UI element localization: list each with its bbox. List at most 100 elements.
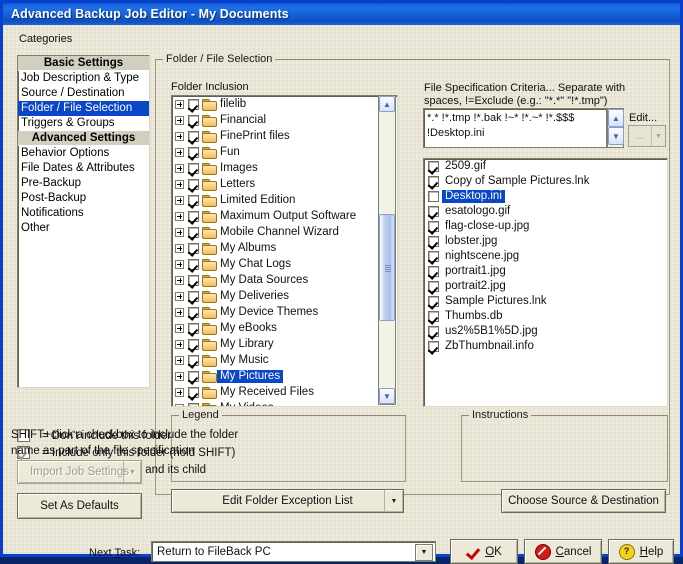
next-task-chevron-down-icon[interactable]: ▼ [415, 544, 433, 561]
tree-item[interactable]: Mobile Channel Wizard [172, 224, 397, 240]
tree-item[interactable]: My Music [172, 352, 397, 368]
expand-plus-icon[interactable] [175, 291, 184, 301]
file-list-item[interactable]: esatologo.gif [424, 204, 667, 219]
tree-item[interactable]: My eBooks [172, 320, 397, 336]
file-list-item[interactable]: ZbThumbnail.info [424, 339, 667, 354]
tree-item[interactable]: Images [172, 160, 397, 176]
filespec-scroll-up-icon[interactable]: ▲ [608, 109, 624, 127]
folder-checkbox[interactable] [188, 178, 199, 190]
scrollbar-thumb[interactable] [379, 214, 395, 321]
tree-item[interactable]: My Data Sources [172, 272, 397, 288]
expand-plus-icon[interactable] [175, 339, 184, 349]
folder-checkbox[interactable] [188, 354, 199, 366]
tree-item[interactable]: My Device Themes [172, 304, 397, 320]
sidebar-item-post-backup[interactable]: Post-Backup [18, 191, 149, 206]
file-list-item[interactable]: Sample Pictures.lnk [424, 294, 667, 309]
file-checkbox[interactable] [428, 311, 439, 322]
file-checkbox[interactable] [428, 221, 439, 232]
folder-checkbox[interactable] [188, 386, 199, 398]
expand-plus-icon[interactable] [175, 99, 184, 109]
expand-plus-icon[interactable] [175, 243, 184, 253]
tree-item[interactable]: filelib [172, 96, 397, 112]
expand-plus-icon[interactable] [175, 227, 184, 237]
expand-plus-icon[interactable] [175, 195, 184, 205]
file-checkbox[interactable] [428, 161, 439, 172]
folder-inclusion-tree[interactable]: filelib Financial FinePrint files Fun Images… [171, 95, 398, 407]
file-list-item[interactable]: Copy of Sample Pictures.lnk [424, 174, 667, 189]
expand-plus-icon[interactable] [175, 387, 184, 397]
expand-plus-icon[interactable] [175, 355, 184, 365]
expand-plus-icon[interactable] [175, 275, 184, 285]
tree-item[interactable]: Limited Edition [172, 192, 397, 208]
ok-button[interactable]: OK [450, 539, 518, 564]
categories-list[interactable]: Basic Settings Job Description & Type Sour… [17, 55, 150, 388]
folder-tree-scrollbar[interactable]: ▲ ▼ [378, 95, 396, 405]
folder-checkbox[interactable] [188, 290, 199, 302]
folder-checkbox[interactable] [188, 338, 199, 350]
sidebar-item-other[interactable]: Other [18, 221, 149, 236]
import-chevron-down-icon[interactable]: ▼ [123, 461, 141, 483]
folder-checkbox[interactable] [188, 114, 199, 126]
tree-item[interactable]: Maximum Output Software [172, 208, 397, 224]
tree-item[interactable]: My Deliveries [172, 288, 397, 304]
help-button[interactable]: Help [608, 539, 674, 564]
file-checkbox[interactable] [428, 296, 439, 307]
file-checkbox[interactable] [428, 281, 439, 292]
folder-checkbox[interactable] [188, 322, 199, 334]
expand-plus-icon[interactable] [175, 163, 184, 173]
expand-plus-icon[interactable] [175, 147, 184, 157]
tree-item[interactable]: My Pictures [172, 368, 397, 384]
filespec-scrollbar[interactable]: ▲ ▼ [607, 108, 624, 148]
next-task-dropdown[interactable]: Return to FileBack PC ▼ [151, 541, 436, 562]
folder-checkbox[interactable] [188, 130, 199, 142]
edit-folder-exception-list-button[interactable]: Edit Folder Exception List ▼ [171, 489, 404, 513]
expand-plus-icon[interactable] [175, 323, 184, 333]
expand-plus-icon[interactable] [175, 179, 184, 189]
sidebar-item-notifications[interactable]: Notifications [18, 206, 149, 221]
tree-item[interactable]: My Albums [172, 240, 397, 256]
folder-checkbox[interactable] [188, 98, 199, 110]
folder-checkbox[interactable] [188, 226, 199, 238]
sidebar-item-behavior-options[interactable]: Behavior Options [18, 146, 149, 161]
tree-item[interactable]: FinePrint files [172, 128, 397, 144]
file-checkbox[interactable] [428, 236, 439, 247]
filespec-scroll-down-icon[interactable]: ▼ [608, 127, 624, 145]
expand-plus-icon[interactable] [175, 211, 184, 221]
file-specification-input[interactable]: *.* !*.tmp !*.bak !~* !*.~* !*.$$$ !Desk… [423, 108, 607, 148]
file-checkbox[interactable] [428, 341, 439, 352]
tree-item[interactable]: My Received Files [172, 384, 397, 400]
file-list-item[interactable]: portrait1.jpg [424, 264, 667, 279]
folder-checkbox[interactable] [188, 194, 199, 206]
tree-item[interactable]: My Chat Logs [172, 256, 397, 272]
folder-checkbox[interactable] [188, 402, 199, 406]
file-checkbox[interactable] [428, 176, 439, 187]
tree-item[interactable]: Financial [172, 112, 397, 128]
expand-plus-icon[interactable] [175, 403, 184, 406]
folder-checkbox[interactable] [188, 274, 199, 286]
file-list-item[interactable]: 2509.gif [424, 159, 667, 174]
tree-item[interactable]: My Library [172, 336, 397, 352]
folder-checkbox[interactable] [188, 258, 199, 270]
file-checkbox[interactable] [428, 206, 439, 217]
sidebar-item-triggers-groups[interactable]: Triggers & Groups [18, 116, 149, 131]
scroll-down-arrow-icon[interactable]: ▼ [379, 388, 395, 404]
expand-plus-icon[interactable] [175, 371, 184, 381]
sidebar-item-file-dates-attributes[interactable]: File Dates & Attributes [18, 161, 149, 176]
import-job-settings-button[interactable]: Import Job Settings ▼ [17, 460, 142, 484]
tree-item[interactable]: Letters [172, 176, 397, 192]
scroll-up-arrow-icon[interactable]: ▲ [379, 96, 395, 112]
folder-checkbox[interactable] [188, 370, 199, 382]
file-list-item[interactable]: lobster.jpg [424, 234, 667, 249]
expand-plus-icon[interactable] [175, 259, 184, 269]
choose-source-destination-button[interactable]: Choose Source & Destination [501, 489, 666, 513]
edit-filespec-button[interactable]: ... ▼ [628, 125, 666, 147]
file-list[interactable]: 2509.gif Copy of Sample Pictures.lnk Deskt… [423, 158, 668, 407]
folder-checkbox[interactable] [188, 242, 199, 254]
tree-item[interactable]: Fun [172, 144, 397, 160]
sidebar-item-source-destination[interactable]: Source / Destination [18, 86, 149, 101]
expand-plus-icon[interactable] [175, 115, 184, 125]
cancel-button[interactable]: Cancel [524, 539, 602, 564]
file-list-item[interactable]: nightscene.jpg [424, 249, 667, 264]
file-checkbox[interactable] [428, 251, 439, 262]
sidebar-item-pre-backup[interactable]: Pre-Backup [18, 176, 149, 191]
